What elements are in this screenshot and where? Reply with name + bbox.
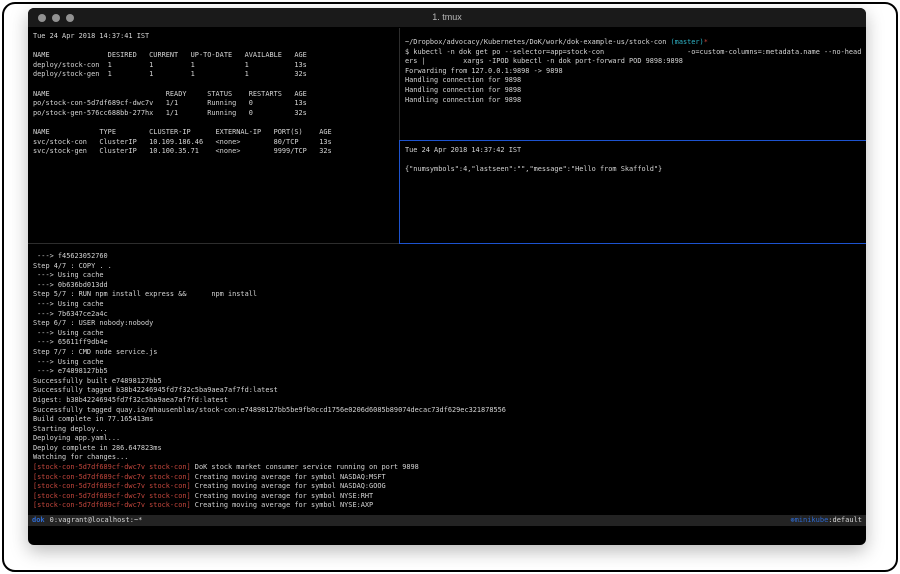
title-bar[interactable]: 1. tmux	[28, 8, 866, 28]
git-dirty-marker: *	[704, 38, 708, 46]
log-message: Creating moving average for symbol NYSE:…	[191, 501, 374, 509]
docker-build-output: ---> f45623052760 Step 4/7 : COPY . . --…	[33, 252, 863, 463]
tmux-session: Tue 24 Apr 2018 14:37:41 IST NAME DESIRE…	[28, 28, 866, 545]
shell-prompt-line: ~/Dropbox/advocacy/Kubernetes/DoK/work/d…	[405, 38, 864, 48]
pane-port-forward[interactable]: ~/Dropbox/advocacy/Kubernetes/DoK/work/d…	[405, 38, 864, 105]
pod-prefix: [stock-con-5d7df689cf-dwc7v stock-con]	[33, 482, 191, 490]
pane-kubectl-watch[interactable]: Tue 24 Apr 2018 14:37:41 IST NAME DESIRE…	[33, 32, 395, 157]
pod-prefix: [stock-con-5d7df689cf-dwc7v stock-con]	[33, 473, 191, 481]
terminal-window: 1. tmux Tue 24 Apr 2018 14:37:41 IST NAM…	[28, 8, 866, 545]
cwd-path: ~/Dropbox/advocacy/Kubernetes/DoK/work/d…	[405, 38, 671, 46]
pod-prefix: [stock-con-5d7df689cf-dwc7v stock-con]	[33, 492, 191, 500]
log-message: DoK stock market consumer service runnin…	[191, 463, 419, 471]
status-bar-spacer	[142, 515, 790, 526]
consumer-log-line: [stock-con-5d7df689cf-dwc7v stock-con] C…	[33, 501, 863, 511]
log-message: Creating moving average for symbol NYSE:…	[191, 492, 374, 500]
tmux-status-bar: dok0:vagrant@localhost:~* ⊛minikube:defa…	[28, 515, 866, 526]
window-label[interactable]: 0:vagrant@localhost:~*	[50, 515, 143, 526]
pane-divider-vertical-inactive	[399, 28, 400, 140]
pod-prefix: [stock-con-5d7df689cf-dwc7v stock-con]	[33, 463, 191, 471]
pod-prefix: [stock-con-5d7df689cf-dwc7v stock-con]	[33, 501, 191, 509]
window-title: 1. tmux	[28, 12, 866, 22]
kube-context: minikube	[795, 515, 829, 526]
session-name[interactable]: dok	[32, 515, 45, 526]
consumer-log-line: [stock-con-5d7df689cf-dwc7v stock-con] D…	[33, 463, 863, 473]
pane-divider-horizontal-inactive	[28, 243, 400, 244]
pane-divider-horizontal-active-top	[399, 140, 866, 141]
port-forward-output: $ kubectl -n dok get po --selector=app=s…	[405, 48, 864, 106]
pane-skaffold-log[interactable]: ---> f45623052760 Step 4/7 : COPY . . --…	[33, 252, 863, 511]
consumer-log-line: [stock-con-5d7df689cf-dwc7v stock-con] C…	[33, 482, 863, 492]
log-message: Creating moving average for symbol NASDA…	[191, 473, 386, 481]
consumer-log-line: [stock-con-5d7df689cf-dwc7v stock-con] C…	[33, 492, 863, 502]
pane-divider-horizontal-active-bottom	[399, 243, 866, 244]
consumer-log-line: [stock-con-5d7df689cf-dwc7v stock-con] C…	[33, 473, 863, 483]
log-message: Creating moving average for symbol NASDA…	[191, 482, 386, 490]
curl-output: Tue 24 Apr 2018 14:37:42 IST {"numsymbol…	[405, 146, 864, 175]
git-branch: (master)	[671, 38, 704, 46]
pane-divider-vertical-active	[399, 140, 400, 244]
kube-namespace: :default	[828, 515, 862, 526]
pane-curl-output[interactable]: Tue 24 Apr 2018 14:37:42 IST {"numsymbol…	[405, 146, 864, 175]
